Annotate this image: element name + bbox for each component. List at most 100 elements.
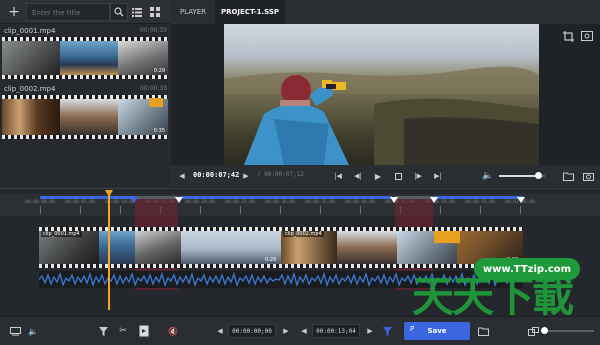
folder-icon[interactable]	[561, 169, 575, 183]
track-clip-end-time: 0:29	[265, 257, 277, 263]
marker-flag-icon[interactable]	[390, 197, 398, 203]
ruler-tick-label: 00:00:40;00	[345, 200, 375, 205]
ruler-tick-mark	[520, 206, 521, 214]
clip-duration: 00:00:33	[140, 27, 167, 34]
prev-frame-icon[interactable]: ◀	[175, 169, 189, 183]
add-icon[interactable]: +	[6, 4, 22, 20]
go-end-icon[interactable]: ▶|	[431, 169, 445, 183]
total-time: / 00:00:07;12	[257, 171, 304, 178]
library-panel: + clip_0001.mp4 00:00:33 0:29 clip_0002.…	[0, 0, 170, 188]
crop-icon[interactable]	[560, 28, 576, 44]
ruler-tick-label: 00:00:20;00	[185, 200, 215, 205]
next-frame-icon[interactable]: ▶	[239, 169, 253, 183]
clip-thumbnail-strip: 0:29	[2, 37, 168, 79]
timeline-panel: 00:00:00;0000:00:05;0000:00:10;0000:00:1…	[0, 188, 600, 316]
ruler-tick-mark	[240, 206, 241, 214]
ruler-tick-label: 00:00:00;00	[25, 200, 55, 205]
video-frame-art	[224, 66, 539, 165]
ruler-tick-mark	[360, 206, 361, 214]
in-next-icon[interactable]: ▶	[280, 325, 292, 337]
playhead-handle[interactable]	[105, 190, 113, 197]
zoom-icon[interactable]	[526, 324, 540, 338]
step-forward-icon[interactable]: |▶	[411, 169, 425, 183]
volume-slider[interactable]	[499, 172, 545, 179]
mute-icon[interactable]: 🔇	[166, 324, 180, 338]
out-next-icon[interactable]: ▶	[364, 325, 376, 337]
export-clip-icon[interactable]	[136, 323, 152, 339]
open-folder-icon[interactable]	[476, 324, 490, 338]
clip-name: clip_0001.mp4	[4, 27, 56, 35]
playhead[interactable]	[108, 192, 110, 310]
in-time-field[interactable]: 00:00:00;00	[228, 324, 276, 338]
ruler-tick-mark	[480, 206, 481, 214]
ruler-tick-mark	[280, 206, 281, 214]
track-clip-label: clip_0001.mp4	[41, 231, 82, 237]
go-start-icon[interactable]: |◀	[331, 169, 345, 183]
search-icon[interactable]	[110, 3, 128, 21]
library-clip-1[interactable]: clip_0001.mp4 00:00:33 0:29	[0, 25, 170, 81]
search-input-box	[26, 3, 112, 21]
ruler-tick-label: 00:00:35;00	[305, 200, 335, 205]
camera-icon[interactable]	[581, 169, 595, 183]
library-toolbar: +	[0, 0, 170, 24]
library-clip-2[interactable]: clip_0002.mp4 00:00:33 0:35	[0, 84, 170, 142]
in-time-value: 00:00:00;00	[232, 327, 272, 335]
ruler-tick-label: 00:00:30;00	[265, 200, 295, 205]
bottom-toolbar: 🔈 ✂ 🔇 ◀ 00:00:00;00 ▶ ◀ 00:00:13;04 ▶ P …	[0, 316, 600, 345]
save-label: Save	[427, 327, 447, 335]
save-button[interactable]: P Save	[404, 322, 470, 340]
marker-flag-icon[interactable]	[175, 197, 183, 203]
cut-icon[interactable]: ✂	[116, 324, 130, 338]
out-time-value: 00:00:13;04	[316, 327, 356, 335]
grid-view-icon[interactable]	[148, 5, 162, 19]
player-controls: ◀ 00:00:07;42 ▶ / 00:00:07;12 |◀ ◀| ▶ |▶…	[171, 165, 600, 187]
clip-duration: 00:00:33	[140, 85, 167, 92]
clip-thumb-time: 0:29	[153, 68, 165, 74]
volume-knob[interactable]	[535, 172, 543, 179]
ruler-tick-mark	[40, 206, 41, 214]
current-time: 00:00:07;42	[193, 171, 240, 179]
audio-waveform	[39, 271, 523, 288]
search-input[interactable]	[30, 5, 112, 21]
ruler-tick-label: 00:00:05;00	[65, 200, 95, 205]
ruler-tick-mark	[80, 206, 81, 214]
video-track[interactable]: clip_0001.mp4 clip_0002.mp4 0:29 0:29	[39, 227, 523, 268]
timeline-ruler[interactable]: 00:00:00;0000:00:05;0000:00:10;0000:00:1…	[0, 194, 600, 216]
ruler-tick-label: 00:00:55;00	[465, 200, 495, 205]
save-badge-icon: P	[410, 325, 415, 333]
list-view-icon[interactable]	[130, 5, 144, 19]
ruler-tick-mark	[200, 206, 201, 214]
ruler-tick-mark	[120, 206, 121, 214]
out-time-field[interactable]: 00:00:13;04	[312, 324, 360, 338]
tab-bar: PLAYER PROJECT-1.SSP	[171, 0, 600, 24]
clip-thumb-time: 0:35	[153, 128, 165, 134]
ruler-tick-label: 00:00:25;00	[225, 200, 255, 205]
stop-icon[interactable]	[391, 169, 405, 183]
marker-flag-icon[interactable]	[430, 197, 438, 203]
step-back-icon[interactable]: ◀|	[351, 169, 365, 183]
ruler-tick-mark	[440, 206, 441, 214]
clip-name: clip_0002.mp4	[4, 85, 56, 93]
marker-flag-icon[interactable]	[517, 197, 525, 203]
zoom-knob[interactable]	[541, 327, 548, 334]
zoom-slider[interactable]	[541, 327, 594, 334]
volume-fill	[499, 175, 539, 177]
marker-flag-icon[interactable]	[130, 197, 138, 203]
play-icon[interactable]: ▶	[371, 169, 385, 183]
tab-project[interactable]: PROJECT-1.SSP	[215, 0, 285, 24]
track-clip-label: clip_0002.mp4	[283, 231, 324, 237]
video-preview[interactable]	[224, 24, 539, 165]
tab-player[interactable]: PLAYER	[171, 0, 215, 24]
monitor-icon[interactable]	[8, 324, 22, 338]
filter-blue-icon[interactable]	[380, 324, 394, 338]
filter-icon[interactable]	[96, 324, 110, 338]
in-prev-icon[interactable]: ◀	[214, 325, 226, 337]
out-prev-icon[interactable]: ◀	[298, 325, 310, 337]
audio-track[interactable]	[39, 271, 523, 288]
snapshot-icon[interactable]	[579, 28, 595, 44]
volume-icon[interactable]: 🔈	[481, 169, 495, 183]
player-panel: PLAYER PROJECT-1.SSP ◀ 00:00:07;42 ▶ / 0…	[171, 0, 600, 188]
clip-thumbnail-strip: 0:35	[2, 95, 168, 139]
audio-icon[interactable]: 🔈	[26, 324, 40, 338]
ruler-tick-mark	[320, 206, 321, 214]
